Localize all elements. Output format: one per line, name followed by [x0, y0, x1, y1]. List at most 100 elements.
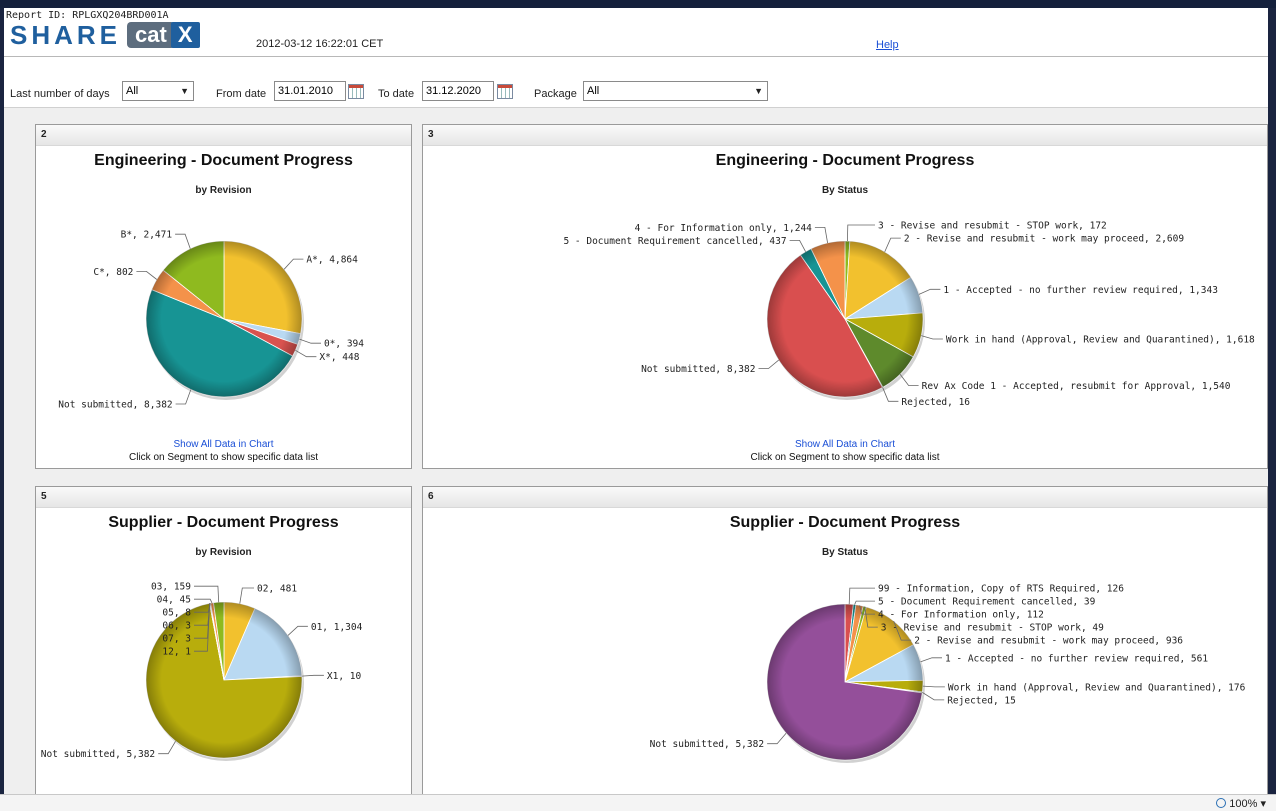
pie-data-label: Not submitted, 8,382 [641, 364, 755, 375]
pie-label-connector [301, 674, 324, 677]
help-link[interactable]: Help [876, 39, 899, 51]
pie-data-label: 3 - Revise and resubmit - STOP work, 172 [878, 221, 1107, 232]
logo-x-text: X [170, 22, 200, 48]
from-date-input[interactable]: 31.01.2010 [274, 81, 346, 101]
pie-label-connector [283, 258, 304, 270]
pie-shading [146, 241, 302, 397]
pie-data-label: 05, 8 [162, 608, 191, 619]
days-label: Last number of days [10, 88, 110, 100]
pie-data-label: Not submitted, 5,382 [650, 739, 764, 750]
pie-data-label: X*, 448 [319, 352, 359, 363]
pie-label-connector [922, 685, 945, 688]
calendar-icon[interactable] [348, 84, 364, 99]
pie-label-connector [918, 288, 941, 295]
pie-data-label: 06, 3 [162, 621, 191, 632]
pie-data-label: Rev Ax Code 1 - Accepted, resubmit for A… [922, 381, 1231, 392]
report-timestamp: 2012-03-12 16:22:01 CET [256, 38, 384, 50]
chevron-down-icon: ▼ [180, 86, 189, 96]
days-select[interactable]: All ▼ [122, 81, 194, 101]
to-date-label: To date [378, 88, 415, 100]
pie-label-connector [158, 740, 176, 755]
pie-data-label: 4 - For Information only, 112 [878, 610, 1044, 621]
pie-chart-sup-revision[interactable]: 02, 481 01, 1,304 X1, 10 03, 159 04, 45 05, 8… [36, 487, 412, 794]
chart-panel-sup-status: 6 Supplier - Document Progress By Status… [422, 486, 1268, 794]
from-date-label: From date [216, 88, 267, 100]
days-select-value: All [126, 85, 139, 97]
pie-shading [767, 241, 923, 397]
pie-label-connector [239, 587, 254, 604]
pie-chart-sup-status[interactable]: 99 - Information, Copy of RTS Required, … [423, 487, 1268, 794]
report-header: Report ID: RPLGXQ204BRD001A SHARE cat X … [4, 8, 1268, 57]
chart-panel-eng-status: 3 Engineering - Document Progress By Sta… [422, 124, 1268, 469]
show-all-link[interactable]: Show All Data in Chart [423, 439, 1267, 450]
package-label: Package [534, 88, 577, 100]
pie-label-connector [920, 657, 942, 663]
pie-label-connector [175, 389, 192, 405]
pie-data-label: Work in hand (Approval, Review and Quara… [948, 682, 1246, 693]
package-select-value: All [587, 85, 600, 97]
pie-label-connector [758, 359, 779, 369]
show-all-link[interactable]: Show All Data in Chart [36, 439, 411, 450]
pie-label-connector [789, 240, 806, 252]
zoom-icon [1216, 798, 1227, 808]
pie-data-label: Not submitted, 8,382 [58, 400, 172, 411]
zoom-control[interactable]: 100% ▾ [1216, 797, 1266, 810]
zoom-level: 100% [1229, 798, 1258, 810]
logo-share-text: SHARE [10, 19, 122, 50]
pie-label-connector [921, 335, 943, 340]
chevron-down-icon: ▼ [754, 86, 763, 96]
pie-chart-eng-revision[interactable]: A*, 4,864 0*, 394 X*, 448 B*, 2,471 C*, 802 N… [36, 125, 412, 469]
status-bar: 100% ▾ [0, 794, 1276, 811]
pie-label-connector [194, 585, 220, 603]
pie-data-label: 04, 45 [157, 595, 191, 606]
pie-data-label: Work in hand (Approval, Review and Quara… [946, 335, 1255, 346]
pie-data-label: 5 - Document Requirement cancelled, 437 [563, 236, 786, 247]
pie-label-connector [848, 587, 875, 605]
pie-label-connector [884, 237, 901, 253]
package-select[interactable]: All ▼ [583, 81, 768, 101]
sharecat-logo: SHARE cat X [10, 19, 200, 50]
click-hint: Click on Segment to show specific data l… [129, 452, 318, 463]
pie-data-label: 4 - For Information only, 1,244 [635, 223, 813, 234]
calendar-icon[interactable] [497, 84, 513, 99]
pie-data-label: 99 - Information, Copy of RTS Required, … [878, 584, 1124, 595]
logo-cat-text: cat [127, 22, 175, 48]
pie-label-connector [136, 270, 158, 280]
pie-label-connector [854, 600, 875, 605]
chart-panel-eng-revision: 2 Engineering - Document Progress by Rev… [35, 124, 412, 469]
pie-data-label: X1, 10 [327, 671, 362, 682]
pie-data-label: B*, 2,471 [121, 230, 173, 241]
pie-data-label: 0*, 394 [324, 339, 364, 350]
pie-label-connector [287, 625, 308, 636]
pie-data-label: 01, 1,304 [311, 622, 363, 633]
pie-data-label: Rejected, 16 [901, 397, 970, 408]
pie-data-label: 5 - Document Requirement cancelled, 39 [878, 597, 1096, 608]
pie-label-connector [295, 349, 317, 358]
pie-label-connector [767, 732, 787, 745]
to-date-input[interactable]: 31.12.2020 [422, 81, 494, 101]
filter-bar: Last number of days All ▼ From date 31.0… [4, 57, 1268, 108]
pie-data-label: 3 - Revise and resubmit - STOP work, 49 [881, 623, 1104, 634]
pie-data-label: 1 - Accepted - no further review require… [945, 653, 1208, 664]
pie-data-label: A*, 4,864 [306, 255, 358, 266]
pie-label-connector [922, 692, 945, 701]
pie-label-connector [814, 227, 828, 244]
pie-label-connector [299, 338, 321, 344]
pie-label-connector [194, 598, 213, 604]
pie-data-label: 12, 1 [162, 647, 191, 658]
pie-chart-eng-status[interactable]: 3 - Revise and resubmit - STOP work, 172… [423, 125, 1268, 469]
pie-data-label: 02, 481 [257, 583, 297, 594]
report-page: Report ID: RPLGXQ204BRD001A SHARE cat X … [4, 8, 1268, 794]
window-top-band [0, 0, 1276, 8]
pie-data-label: Rejected, 15 [947, 695, 1016, 706]
pie-data-label: Not submitted, 5,382 [41, 749, 155, 760]
chart-panel-sup-revision: 5 Supplier - Document Progress by Revisi… [35, 486, 412, 794]
pie-data-label: 2 - Revise and resubmit - work may proce… [904, 234, 1185, 245]
click-hint: Click on Segment to show specific data l… [750, 452, 940, 463]
pie-data-label: 2 - Revise and resubmit - work may proce… [914, 636, 1183, 647]
pie-data-label: 07, 3 [162, 634, 191, 645]
pie-label-connector [175, 233, 191, 249]
pie-data-label: 1 - Accepted - no further review require… [943, 285, 1218, 296]
pie-data-label: C*, 802 [93, 267, 133, 278]
pie-label-connector [847, 224, 875, 242]
